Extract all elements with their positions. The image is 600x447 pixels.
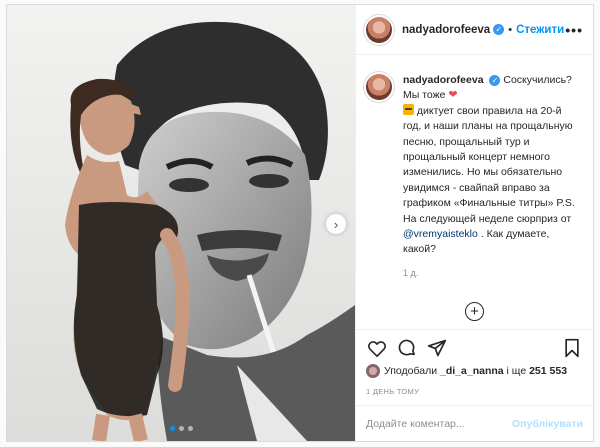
caption-username[interactable]: nadyadorofeeva: [403, 74, 484, 86]
post-date[interactable]: 1 ДЕНЬ ТОМУ: [366, 387, 583, 396]
carousel-dot: [169, 426, 175, 431]
more-options-icon[interactable]: •••: [565, 22, 583, 38]
likes-prefix: Уподобали: [384, 365, 438, 377]
plus-icon: +: [470, 303, 479, 321]
like-heart-icon[interactable]: [366, 337, 388, 359]
next-slide-button[interactable]: ›: [326, 214, 346, 234]
comments-area: nadyadorofeeva ✓ Соскучились? Мы тоже ❤ …: [356, 55, 593, 329]
instagram-post: › nadyadorofeeva ✓ • Стежити ••• nadyado…: [6, 4, 594, 442]
carousel-indicator: [7, 426, 355, 431]
carousel-dot: [187, 426, 193, 431]
mention-link[interactable]: @vremyaisteklo: [403, 228, 478, 240]
comment-icon[interactable]: [396, 337, 418, 359]
mask-emoji-icon: [403, 103, 414, 115]
caption-line-2: диктует свои правила на 20-й год, и наши…: [403, 104, 575, 225]
post-photo: [7, 5, 355, 441]
carousel-dot: [178, 426, 184, 431]
caption-text: nadyadorofeeva ✓ Соскучились? Мы тоже ❤ …: [403, 73, 575, 281]
add-comment-bar: Опублікувати: [356, 405, 593, 441]
liker-username[interactable]: _di_a_nanna: [440, 365, 504, 377]
share-send-icon[interactable]: [426, 337, 448, 359]
author-avatar[interactable]: [366, 16, 392, 43]
comment-input[interactable]: [366, 417, 512, 430]
verified-badge-icon: ✓: [493, 24, 505, 35]
post-media[interactable]: ›: [7, 5, 355, 441]
publish-button[interactable]: Опублікувати: [512, 418, 583, 430]
separator-dot: •: [508, 23, 513, 36]
liker-avatar[interactable]: [366, 364, 380, 378]
post-header: nadyadorofeeva ✓ • Стежити •••: [356, 5, 593, 55]
red-heart-icon: ❤: [448, 89, 458, 102]
caption-author-avatar[interactable]: [366, 74, 392, 100]
caption-timestamp[interactable]: 1 д.: [403, 266, 575, 281]
likes-count[interactable]: 251 553: [529, 365, 567, 377]
author-username[interactable]: nadyadorofeeva: [402, 24, 490, 36]
post-caption: nadyadorofeeva ✓ Соскучились? Мы тоже ❤ …: [366, 73, 583, 281]
post-side-panel: nadyadorofeeva ✓ • Стежити ••• nadyadoro…: [355, 5, 593, 441]
chevron-right-icon: ›: [333, 216, 339, 232]
follow-button[interactable]: Стежити: [516, 24, 564, 36]
action-buttons: [366, 333, 583, 363]
verified-badge-icon: ✓: [489, 74, 501, 86]
load-more-comments-button[interactable]: +: [465, 302, 484, 322]
likes-summary: Уподобали _di_a_nanna і ще 251 553: [366, 364, 583, 378]
likes-middle: і ще: [506, 365, 527, 377]
bookmark-save-icon[interactable]: [561, 337, 583, 359]
post-actions: Уподобали _di_a_nanna і ще 251 553 1 ДЕН…: [356, 329, 593, 396]
